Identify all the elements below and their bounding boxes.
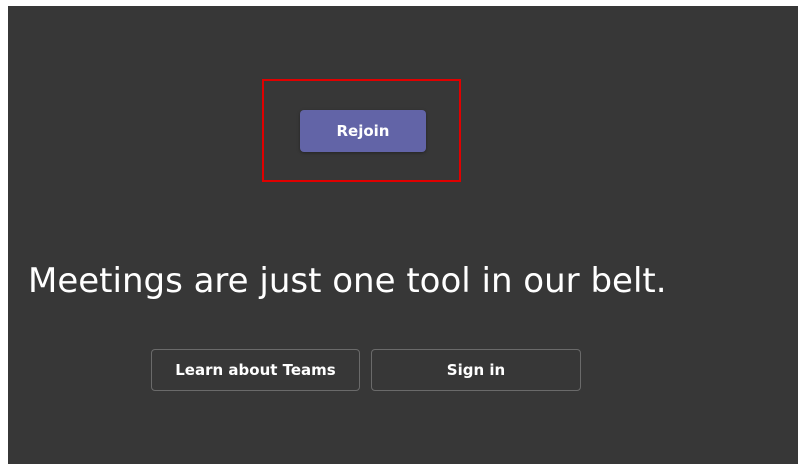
rejoin-button[interactable]: Rejoin bbox=[300, 110, 426, 152]
sign-in-button[interactable]: Sign in bbox=[371, 349, 581, 391]
meeting-ended-screen: Rejoin Meetings are just one tool in our… bbox=[8, 6, 798, 464]
learn-about-teams-button[interactable]: Learn about Teams bbox=[151, 349, 360, 391]
page-headline: Meetings are just one tool in our belt. bbox=[28, 261, 667, 301]
